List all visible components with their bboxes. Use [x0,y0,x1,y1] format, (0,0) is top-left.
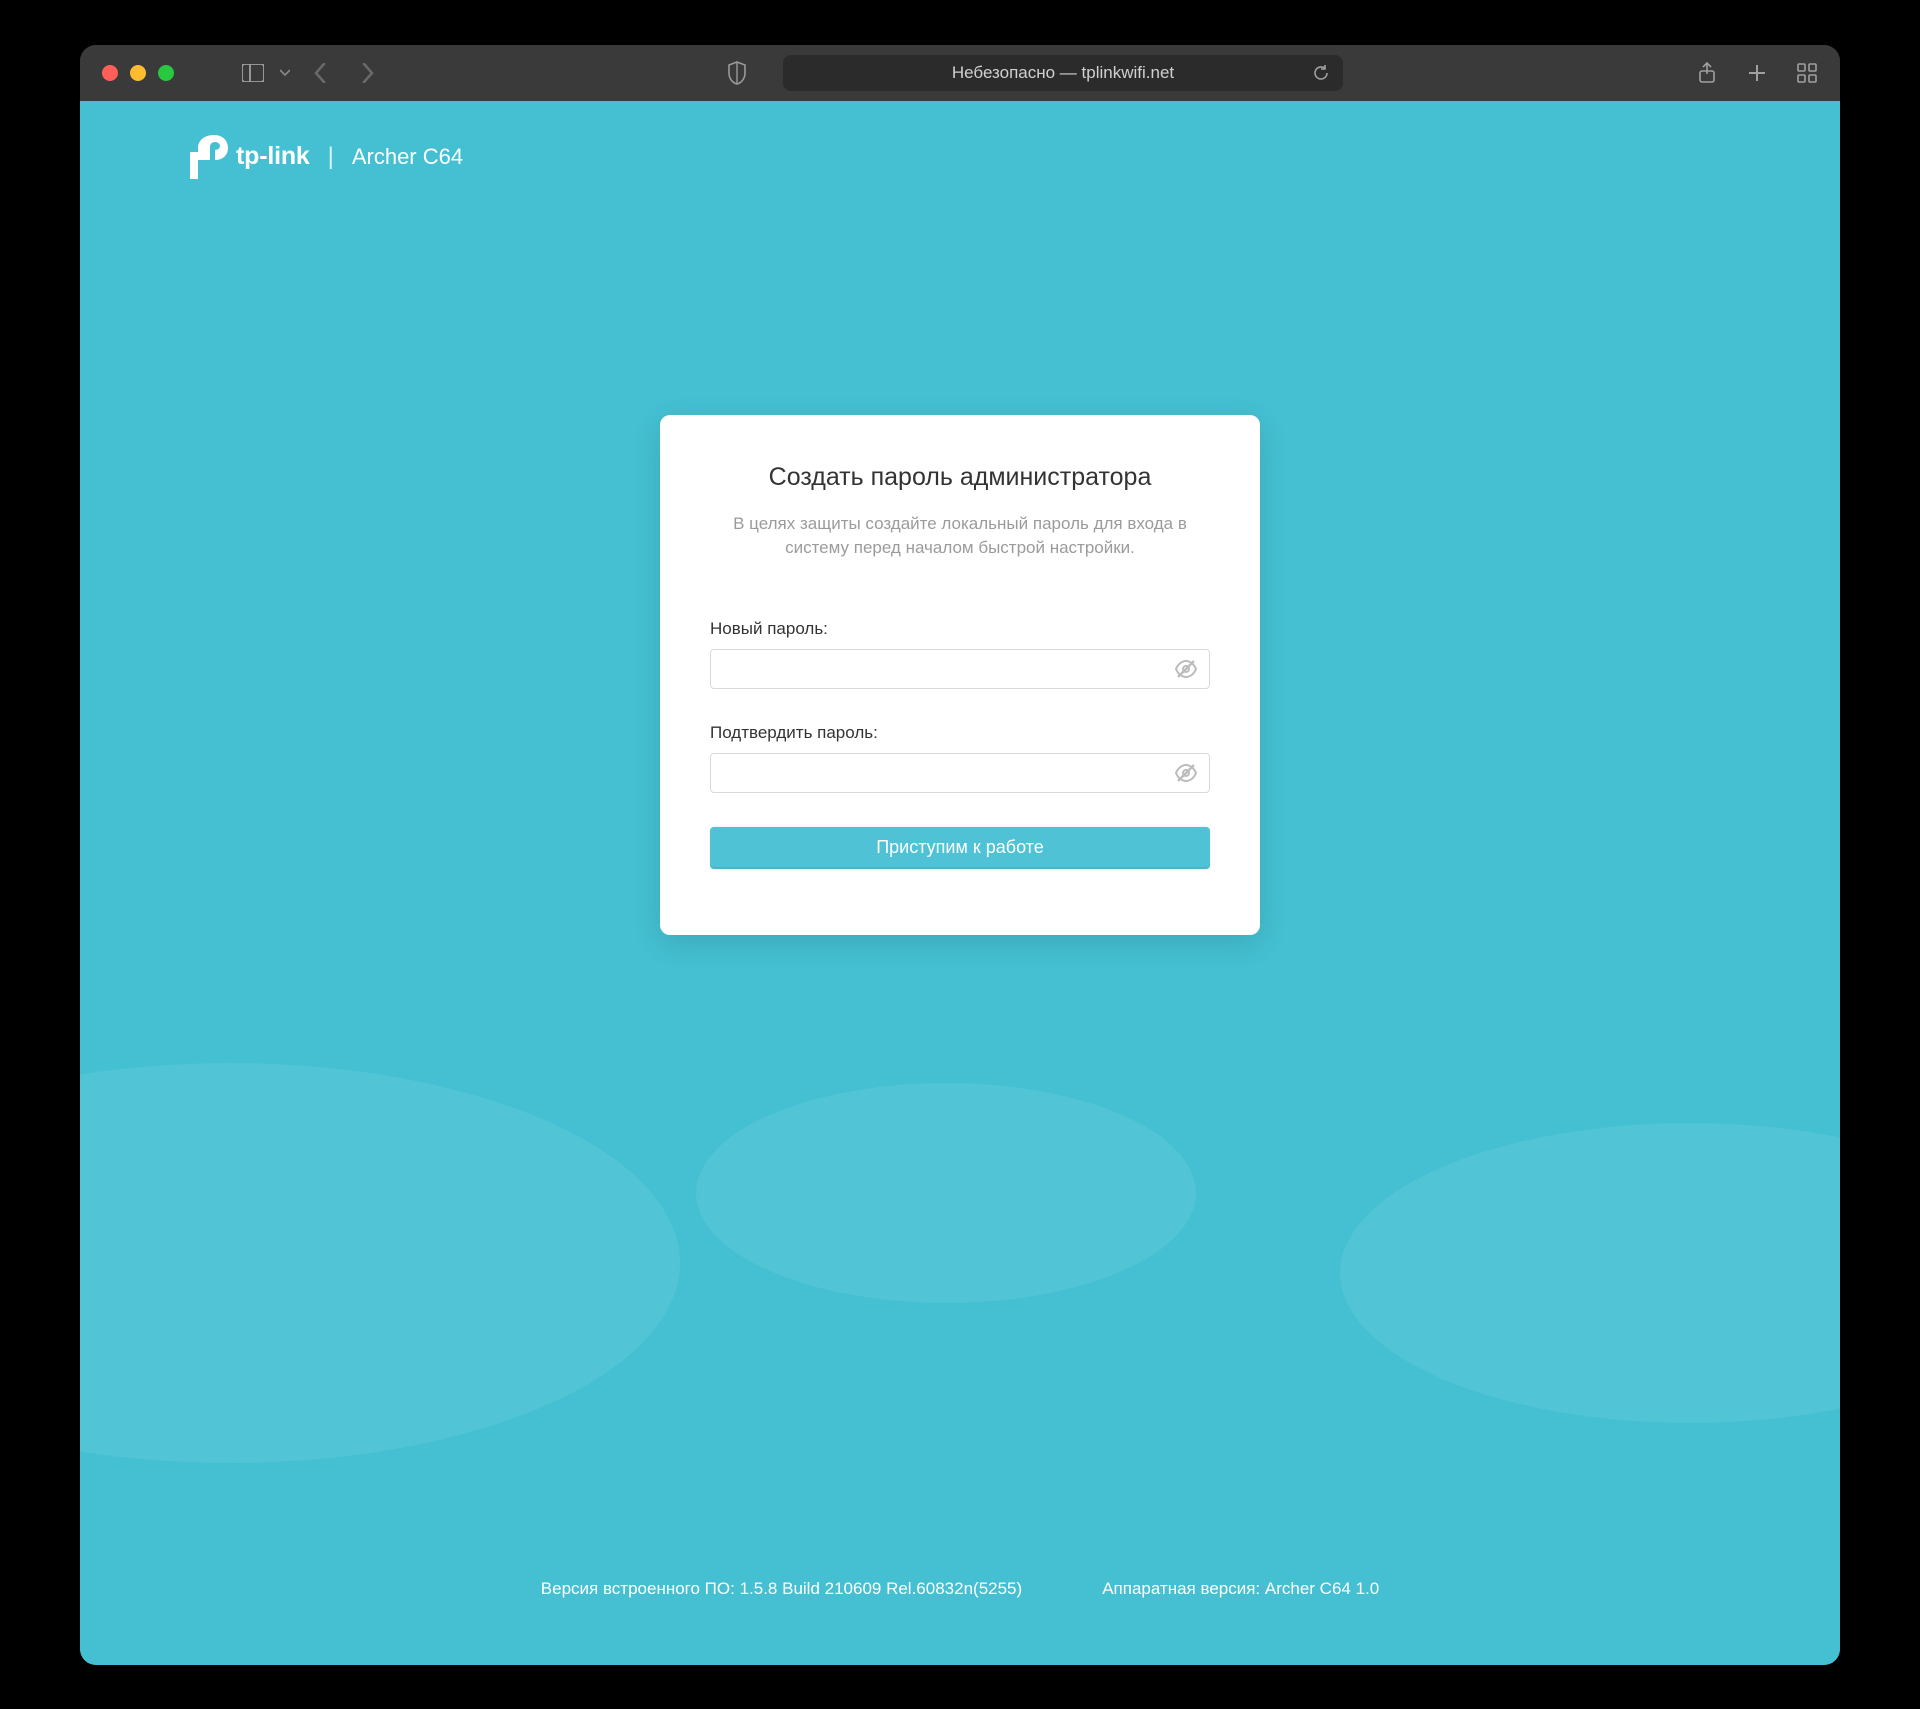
toolbar-right [1696,62,1818,84]
new-password-input[interactable] [710,649,1210,689]
clouds-decoration [80,1123,1840,1383]
confirm-password-label: Подтвердить пароль: [710,723,1210,743]
address-bar[interactable]: Небезопасно — tplinkwifi.net [783,55,1343,91]
brand-logo: tp-link [190,135,310,179]
privacy-shield-icon[interactable] [727,61,747,85]
close-window-button[interactable] [102,65,118,81]
chevron-down-icon[interactable] [278,66,292,80]
toggle-password-visibility-icon[interactable] [1174,761,1198,785]
card-description: В целях защиты создайте локальный пароль… [710,512,1210,561]
browser-window: Небезопасно — tplinkwifi.net [80,45,1840,1665]
back-button[interactable] [314,63,328,83]
nav-arrows [314,63,374,83]
confirm-password-field: Подтвердить пароль: [710,723,1210,793]
hardware-version: Аппаратная версия: Archer C64 1.0 [1102,1579,1379,1599]
toggle-password-visibility-icon[interactable] [1174,657,1198,681]
new-tab-icon[interactable] [1746,62,1768,84]
share-icon[interactable] [1696,62,1718,84]
page-body: tp-link | Archer C64 Создать пароль адми… [80,101,1840,1665]
address-text: Небезопасно — tplinkwifi.net [952,63,1174,83]
maximize-window-button[interactable] [158,65,174,81]
firmware-version: Версия встроенного ПО: 1.5.8 Build 21060… [541,1579,1022,1599]
titlebar: Небезопасно — tplinkwifi.net [80,45,1840,101]
page-header: tp-link | Archer C64 [190,135,463,179]
brand-name: tp-link [236,142,310,171]
page-footer: Версия встроенного ПО: 1.5.8 Build 21060… [80,1579,1840,1599]
minimize-window-button[interactable] [130,65,146,81]
forward-button[interactable] [360,63,374,83]
window-controls [102,65,174,81]
confirm-password-input[interactable] [710,753,1210,793]
card-title: Создать пароль администратора [710,463,1210,492]
get-started-button[interactable]: Приступим к работе [710,827,1210,869]
tp-link-logo-icon [190,135,228,179]
setup-card: Создать пароль администратора В целях за… [660,415,1260,935]
reload-icon[interactable] [1313,64,1329,82]
new-password-label: Новый пароль: [710,619,1210,639]
new-password-field: Новый пароль: [710,619,1210,689]
device-model: Archer C64 [352,144,463,170]
tab-overview-icon[interactable] [1796,62,1818,84]
header-divider: | [328,143,334,171]
sidebar-toggle-icon[interactable] [242,64,264,82]
